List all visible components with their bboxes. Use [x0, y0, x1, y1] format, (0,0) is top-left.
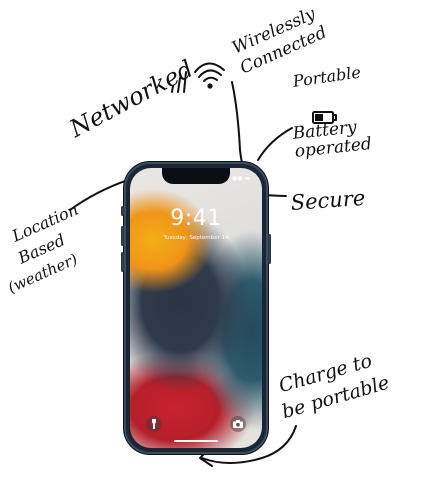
battery-connector — [257, 127, 293, 161]
camera-icon[interactable] — [230, 416, 246, 432]
notch — [162, 168, 230, 184]
home-indicator[interactable] — [174, 439, 218, 442]
wifi-icon — [194, 62, 225, 89]
smartphone: ●● ▬ 9:41 Tuesday, September 14 — [121, 162, 271, 454]
lock-screen-date: Tuesday, September 14 — [163, 235, 229, 241]
side-button-power — [268, 234, 271, 264]
flashlight-icon[interactable] — [146, 416, 162, 432]
label-secure: Secure — [289, 185, 367, 215]
lock-screen[interactable]: ●● ▬ 9:41 Tuesday, September 14 — [130, 168, 262, 448]
side-button-silent — [121, 206, 124, 216]
lock-screen-time: 9:41 — [170, 206, 222, 231]
status-bar-icons: ●● ▬ — [231, 175, 250, 182]
side-button-volume-down — [121, 252, 124, 272]
side-button-volume-up — [121, 226, 124, 246]
